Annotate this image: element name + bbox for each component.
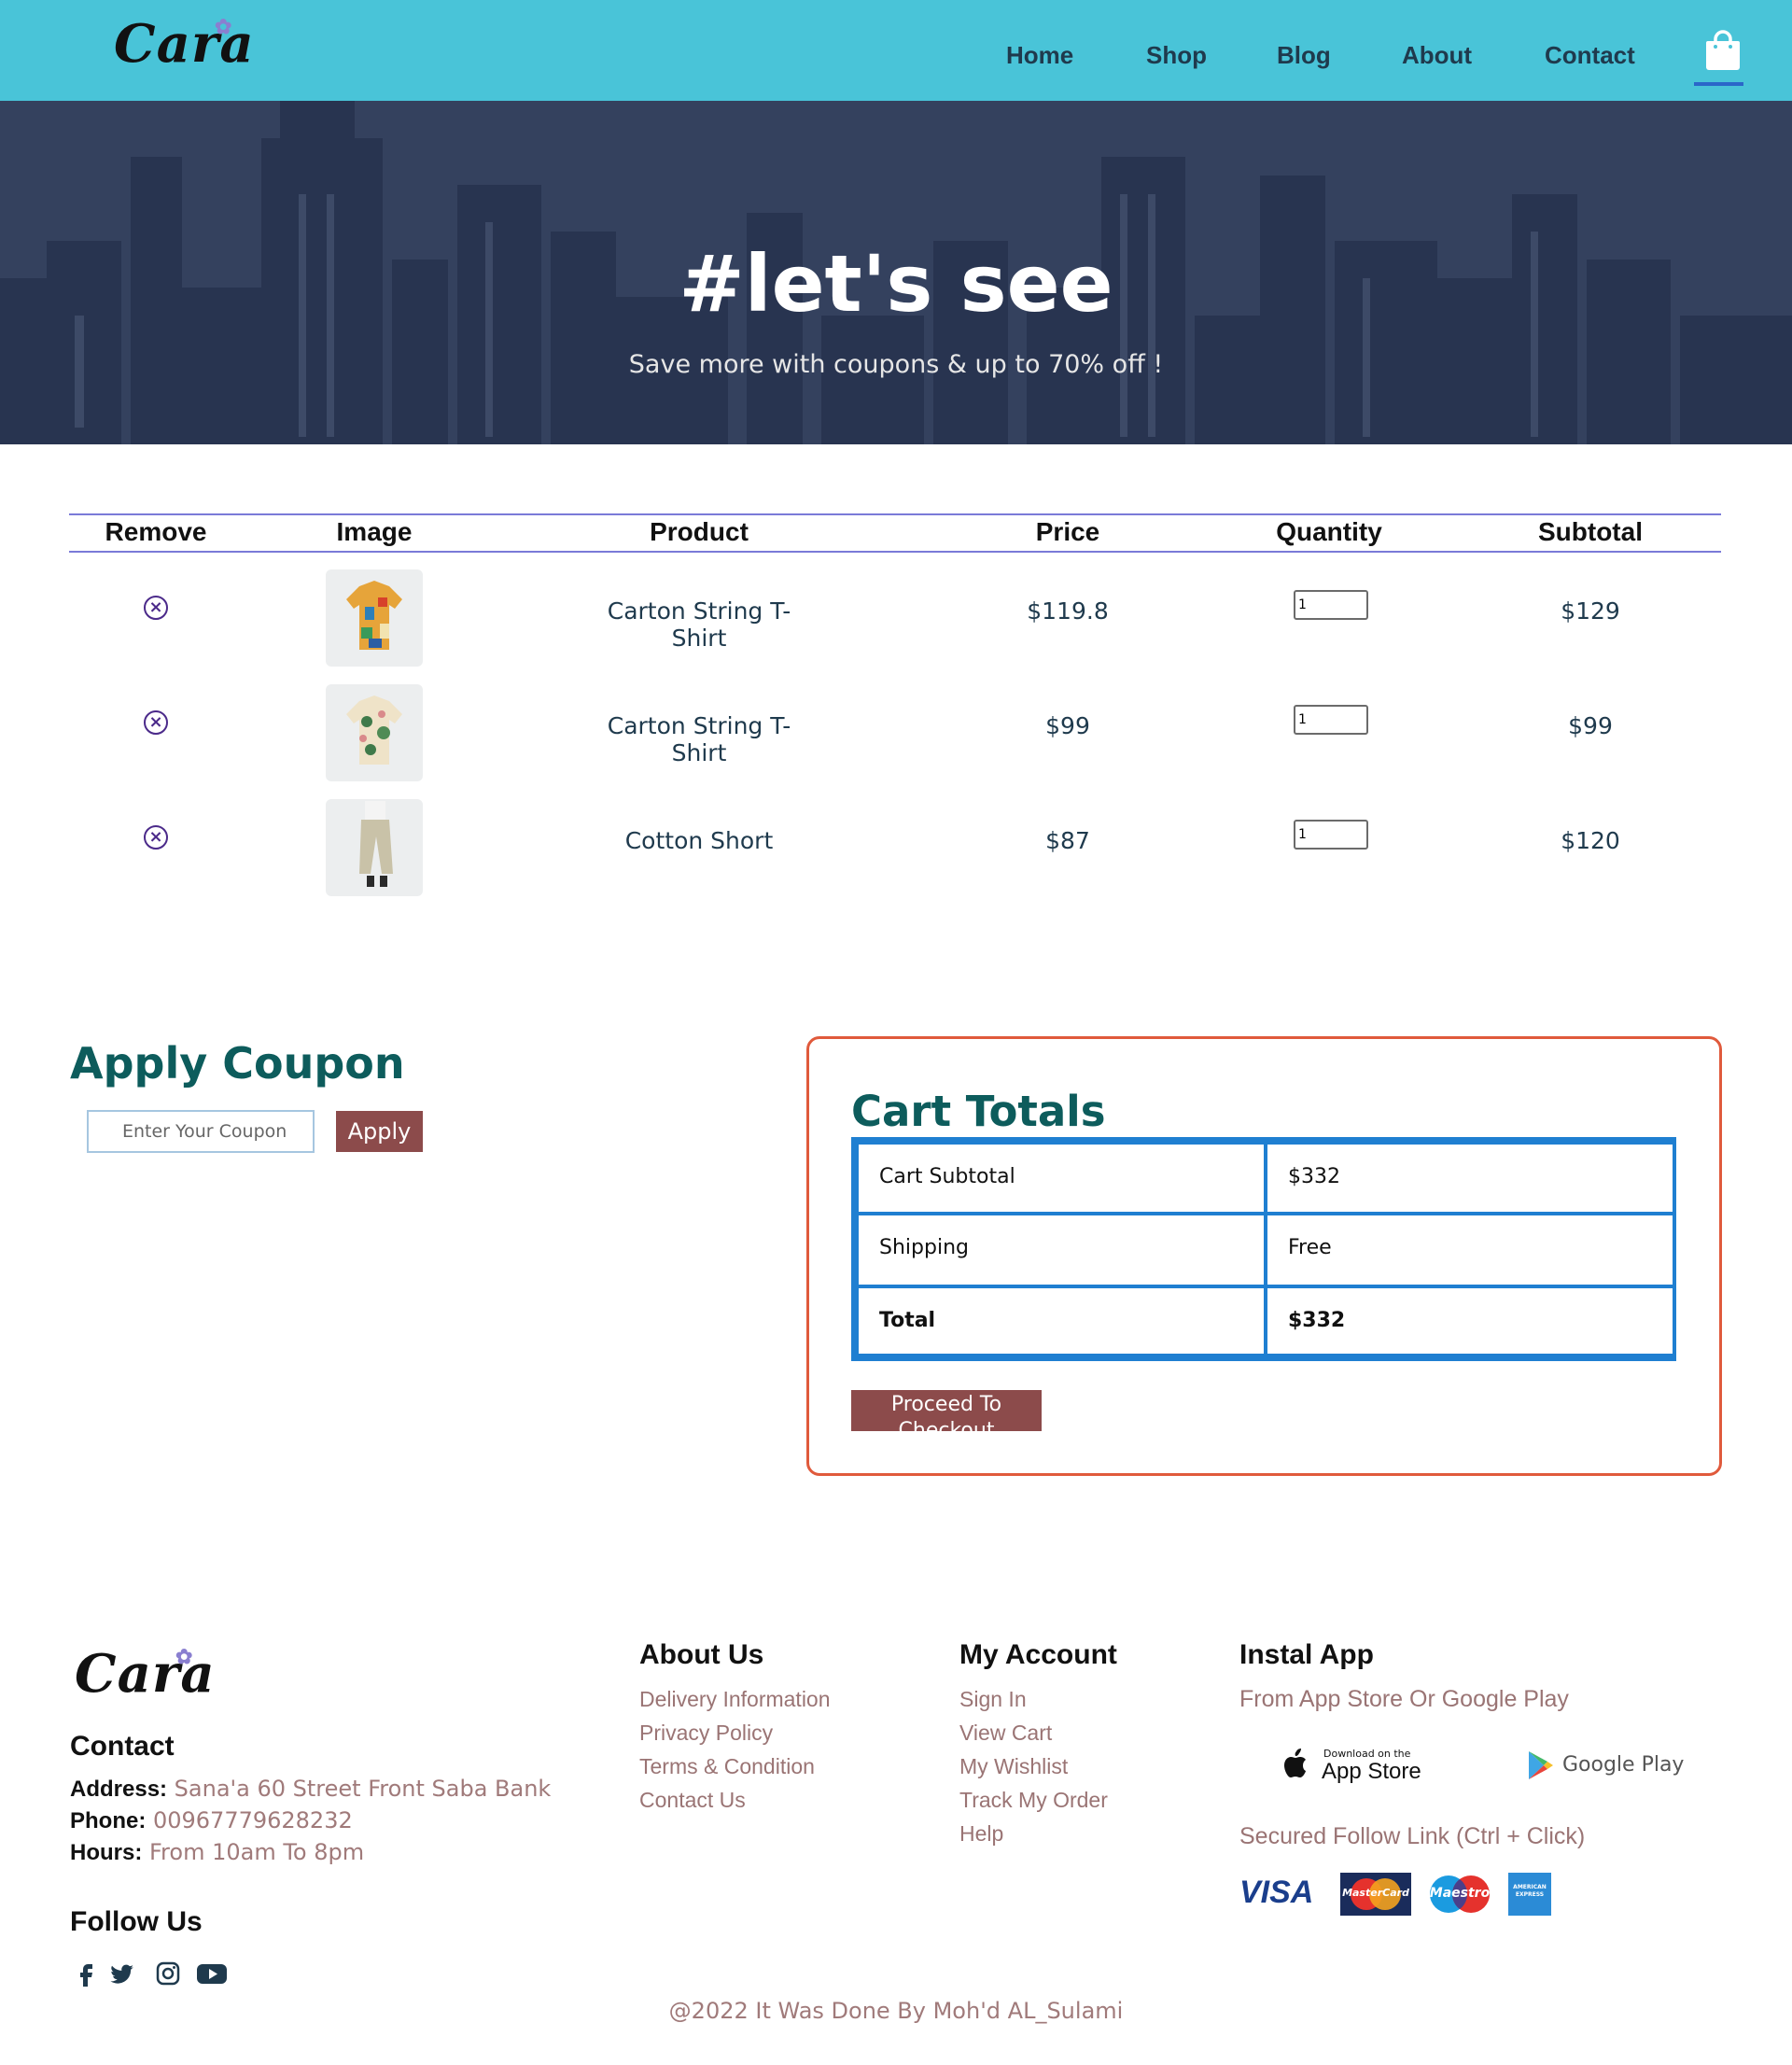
product-name: Carton String T-Shirt xyxy=(607,712,791,766)
hero-subtitle: Save more with coupons & up to 70% off ! xyxy=(628,350,1164,379)
account-heading: My Account xyxy=(959,1639,1117,1670)
hours-label: Hours: xyxy=(70,1840,143,1865)
product-price: $87 xyxy=(1045,827,1090,854)
youtube-icon[interactable] xyxy=(196,1960,228,1987)
product-name: Carton String T-Shirt xyxy=(607,597,791,652)
app-store-text: App Store xyxy=(1322,1759,1421,1784)
cart-totals-heading: Cart Totals xyxy=(851,1087,1106,1136)
quantity-input[interactable] xyxy=(1294,590,1368,620)
totals-table: Cart Subtotal $332 Shipping Free Total $… xyxy=(851,1137,1676,1361)
row-subtotal: $120 xyxy=(1561,827,1620,854)
row-subtotal: $99 xyxy=(1568,712,1613,739)
phone-label: Phone: xyxy=(70,1808,147,1833)
footer-link-wishlist[interactable]: My Wishlist xyxy=(959,1754,1068,1779)
product-price: $119.8 xyxy=(1027,597,1109,625)
product-name: Cotton Short xyxy=(624,827,774,854)
footer-link-delivery[interactable]: Delivery Information xyxy=(639,1687,831,1712)
google-play-badge[interactable]: Google Play xyxy=(1527,1742,1684,1789)
hours-line: Hours: From 10am To 8pm xyxy=(70,1839,364,1866)
apple-icon xyxy=(1284,1749,1306,1777)
logo-text: Cara xyxy=(75,1643,216,1705)
contact-heading: Contact xyxy=(70,1731,175,1762)
about-heading: About Us xyxy=(639,1639,764,1670)
remove-item-icon[interactable]: × xyxy=(144,710,168,735)
active-nav-underline xyxy=(1694,82,1743,86)
phone-line: Phone: 00967779628232 xyxy=(70,1807,353,1834)
quantity-input[interactable] xyxy=(1294,705,1368,735)
remove-item-icon[interactable]: × xyxy=(144,596,168,620)
address-value: Sana'a 60 Street Front Saba Bank xyxy=(174,1776,552,1802)
proceed-to-checkout-button[interactable]: Proceed To Checkout xyxy=(851,1390,1042,1431)
hours-value: From 10am To 8pm xyxy=(148,1839,365,1865)
product-image xyxy=(326,684,423,781)
footer-link-privacy[interactable]: Privacy Policy xyxy=(639,1721,773,1746)
header-quantity: Quantity xyxy=(1276,517,1382,546)
lavender-sprig-icon: ✿ xyxy=(175,1645,194,1669)
remove-item-icon[interactable]: × xyxy=(144,825,168,850)
nav-shop[interactable]: Shop xyxy=(1146,41,1207,70)
visa-card-icon: VISA xyxy=(1239,1875,1314,1910)
maestro-card-icon: Maestro xyxy=(1424,1873,1495,1916)
hero-title: #let's see xyxy=(679,238,1113,330)
footer-link-contact[interactable]: Contact Us xyxy=(639,1788,746,1813)
footer-link-terms[interactable]: Terms & Condition xyxy=(639,1754,815,1779)
nav-about[interactable]: About xyxy=(1402,41,1472,70)
nav-home[interactable]: Home xyxy=(1006,41,1073,70)
footer-logo[interactable]: Cara ✿ xyxy=(75,1643,216,1705)
footer-link-track-order[interactable]: Track My Order xyxy=(959,1788,1108,1813)
product-price: $99 xyxy=(1045,712,1090,739)
address-label: Address: xyxy=(70,1777,168,1802)
secured-link-text: Secured Follow Link (Ctrl + Click) xyxy=(1239,1823,1586,1849)
header-subtotal: Subtotal xyxy=(1538,517,1643,546)
phone-value: 00967779628232 xyxy=(152,1807,353,1833)
totals-value: $332 xyxy=(1264,1285,1676,1357)
instagram-icon[interactable] xyxy=(155,1960,181,1987)
site-header: Cara ✿ Home Shop Blog About Contact xyxy=(0,0,1792,101)
totals-label: Total xyxy=(855,1285,1267,1357)
totals-label: Shipping xyxy=(855,1212,1267,1288)
copyright: @2022 It Was Done By Moh'd AL_Sulami xyxy=(668,1998,1124,2024)
product-image xyxy=(326,569,423,667)
totals-value: $332 xyxy=(1264,1141,1676,1215)
shopping-bag-icon[interactable] xyxy=(1704,28,1742,71)
footer-link-sign-in[interactable]: Sign In xyxy=(959,1687,1027,1712)
header-product: Product xyxy=(650,517,749,546)
header-price: Price xyxy=(1035,517,1100,546)
coupon-input[interactable] xyxy=(87,1110,315,1153)
table-row: × Cotton Short $87 $120 xyxy=(69,788,1721,903)
google-play-icon xyxy=(1529,1751,1553,1779)
apply-coupon-button[interactable]: Apply xyxy=(336,1111,423,1152)
quantity-input[interactable] xyxy=(1294,820,1368,850)
table-row: × Carton String T-Shirt $119.8 $129 xyxy=(69,558,1721,673)
follow-heading: Follow Us xyxy=(70,1906,203,1937)
logo-text: Cara xyxy=(114,13,255,75)
table-header-border xyxy=(69,551,1721,553)
app-store-badge[interactable]: Download on the App Store xyxy=(1281,1742,1430,1789)
coupon-heading: Apply Coupon xyxy=(70,1038,405,1089)
app-subtitle: From App Store Or Google Play xyxy=(1239,1686,1569,1712)
table-top-border xyxy=(69,513,1721,515)
nav-blog[interactable]: Blog xyxy=(1277,41,1331,70)
facebook-icon[interactable] xyxy=(73,1960,99,1987)
nav-contact[interactable]: Contact xyxy=(1545,41,1635,70)
logo[interactable]: Cara ✿ xyxy=(114,13,255,75)
totals-label: Cart Subtotal xyxy=(855,1141,1267,1215)
google-play-text: Google Play xyxy=(1562,1753,1685,1777)
lavender-sprig-icon: ✿ xyxy=(215,15,233,39)
address-line: Address: Sana'a 60 Street Front Saba Ban… xyxy=(70,1776,551,1803)
footer-link-view-cart[interactable]: View Cart xyxy=(959,1721,1052,1746)
totals-value: Free xyxy=(1264,1212,1676,1288)
mastercard-icon: MasterCard xyxy=(1340,1873,1411,1916)
app-heading: Instal App xyxy=(1239,1639,1374,1670)
header-image: Image xyxy=(336,517,413,546)
row-subtotal: $129 xyxy=(1561,597,1620,625)
twitter-icon[interactable] xyxy=(109,1960,135,1987)
table-row: × Carton String T-Shirt $99 $99 xyxy=(69,673,1721,788)
product-image xyxy=(326,799,423,896)
header-remove: Remove xyxy=(105,517,207,546)
amex-card-icon: AMERICAN EXPRESS xyxy=(1508,1873,1551,1916)
footer-link-help[interactable]: Help xyxy=(959,1821,1003,1847)
